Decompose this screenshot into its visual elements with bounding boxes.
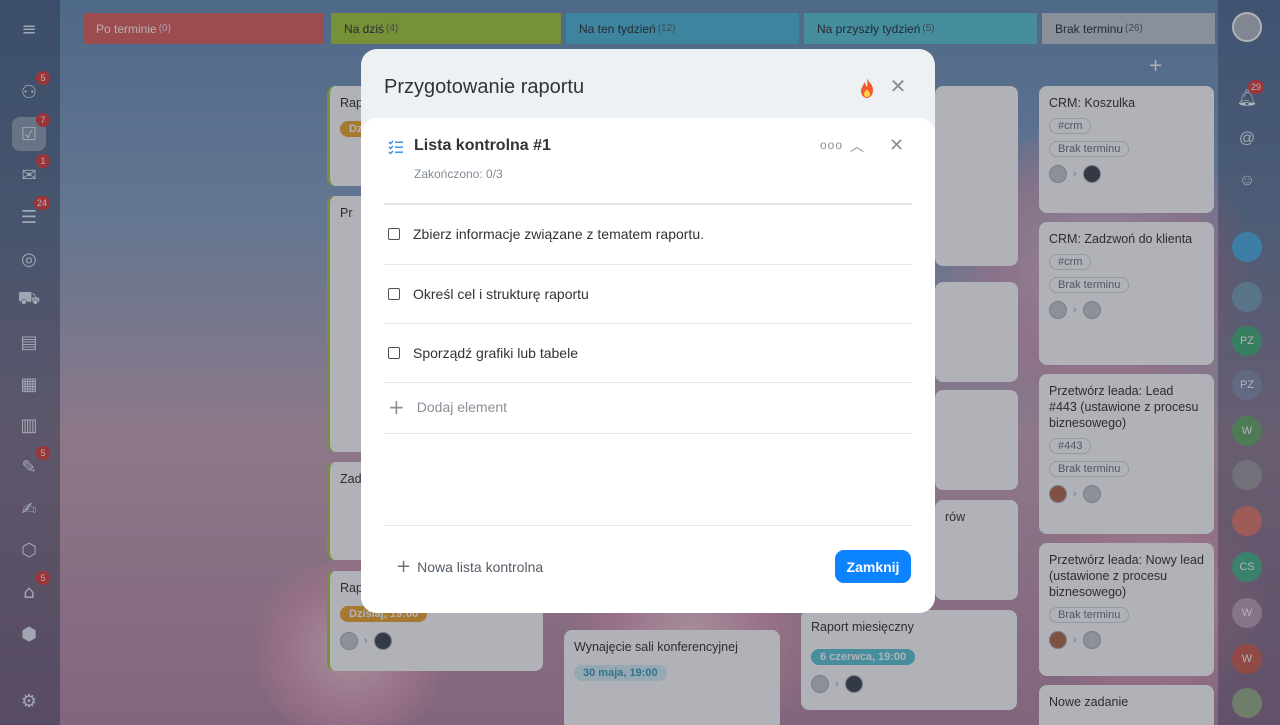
checklist-item-text[interactable]: Sporządź grafiki lub tabele xyxy=(413,345,578,361)
chevron-up-icon[interactable]: ︿ xyxy=(850,136,864,156)
checklist-item-text[interactable]: Określ cel i strukturę raportu xyxy=(413,286,589,302)
checklist-item-text[interactable]: Zbierz informacje związane z tematem rap… xyxy=(413,226,704,242)
checklist-icon xyxy=(388,140,403,155)
more-icon[interactable]: ooo xyxy=(820,138,843,152)
divider xyxy=(384,433,912,434)
fire-icon[interactable] xyxy=(857,77,877,99)
checklist-item[interactable]: Określ cel i strukturę raportu xyxy=(388,283,908,305)
new-checklist-label[interactable]: Nowa lista kontrolna xyxy=(417,559,543,575)
plus-icon[interactable]: + xyxy=(396,556,411,577)
modal-title: Przygotowanie raportu xyxy=(384,76,585,98)
checkbox[interactable] xyxy=(388,347,400,359)
plus-icon[interactable]: + xyxy=(388,397,405,417)
close-button[interactable]: Zamknij xyxy=(835,550,911,583)
divider xyxy=(384,203,912,205)
divider xyxy=(384,323,912,324)
add-element-row[interactable]: + Dodaj element xyxy=(388,397,507,417)
checklist-panel: Lista kontrolna #1 Zakończono: 0/3 ooo ︿… xyxy=(361,118,935,613)
close-icon[interactable]: ✕ xyxy=(887,75,909,97)
checklist-item[interactable]: Sporządź grafiki lub tabele xyxy=(388,342,908,364)
add-element-label[interactable]: Dodaj element xyxy=(417,399,507,415)
checkbox[interactable] xyxy=(388,288,400,300)
divider xyxy=(384,382,912,383)
checklist-title[interactable]: Lista kontrolna #1 xyxy=(414,137,551,155)
divider xyxy=(384,264,912,265)
divider xyxy=(384,525,912,526)
checklist-item[interactable]: Zbierz informacje związane z tematem rap… xyxy=(388,223,908,245)
checkbox[interactable] xyxy=(388,228,400,240)
new-checklist-link[interactable]: + Nowa lista kontrolna xyxy=(396,556,543,577)
checklist-progress: Zakończono: 0/3 xyxy=(414,167,503,181)
close-icon[interactable]: ✕ xyxy=(889,135,904,156)
